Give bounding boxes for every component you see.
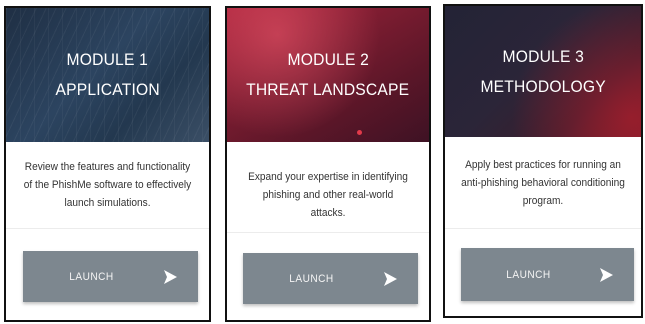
- module-2-launch-label: LAUNCH: [289, 272, 334, 285]
- module-3-launch-button[interactable]: LAUNCH: [461, 248, 634, 301]
- module-1-launch-label: LAUNCH: [69, 270, 114, 283]
- module-3-title: METHODOLOGY: [480, 76, 606, 96]
- module-2-banner: MODULE 2 THREAT LANDSCAPE: [227, 8, 429, 142]
- module-card-2: MODULE 2 THREAT LANDSCAPE Expand your ex…: [225, 6, 431, 322]
- module-card-1: MODULE 1 APPLICATION Review the features…: [4, 6, 211, 322]
- module-1-title: APPLICATION: [55, 80, 160, 99]
- module-1-number: MODULE 1: [66, 50, 149, 69]
- arrow-right-icon: [160, 268, 180, 286]
- module-card-3: MODULE 3 METHODOLOGY Apply best practice…: [443, 4, 643, 318]
- module-3-divider: [445, 228, 641, 229]
- module-1-banner: MODULE 1 APPLICATION: [6, 8, 209, 142]
- module-1-description: Review the features and functionality of…: [23, 161, 192, 209]
- module-3-description: Apply best practices for running an anti…: [461, 159, 625, 207]
- decorative-dot: [357, 130, 362, 135]
- arrow-right-icon: [380, 270, 400, 288]
- module-1-divider: [6, 228, 209, 229]
- module-2-description: Expand your expertise in identifying phi…: [248, 171, 408, 219]
- module-2-title: THREAT LANDSCAPE: [246, 80, 410, 99]
- module-2-number: MODULE 2: [287, 50, 369, 69]
- module-3-number: MODULE 3: [502, 46, 584, 66]
- module-3-banner: MODULE 3 METHODOLOGY: [445, 6, 641, 137]
- module-2-divider: [227, 232, 429, 233]
- arrow-right-icon: [596, 266, 616, 284]
- module-1-launch-button[interactable]: LAUNCH: [23, 251, 198, 302]
- module-3-launch-label: LAUNCH: [506, 268, 551, 281]
- module-2-launch-button[interactable]: LAUNCH: [243, 253, 418, 304]
